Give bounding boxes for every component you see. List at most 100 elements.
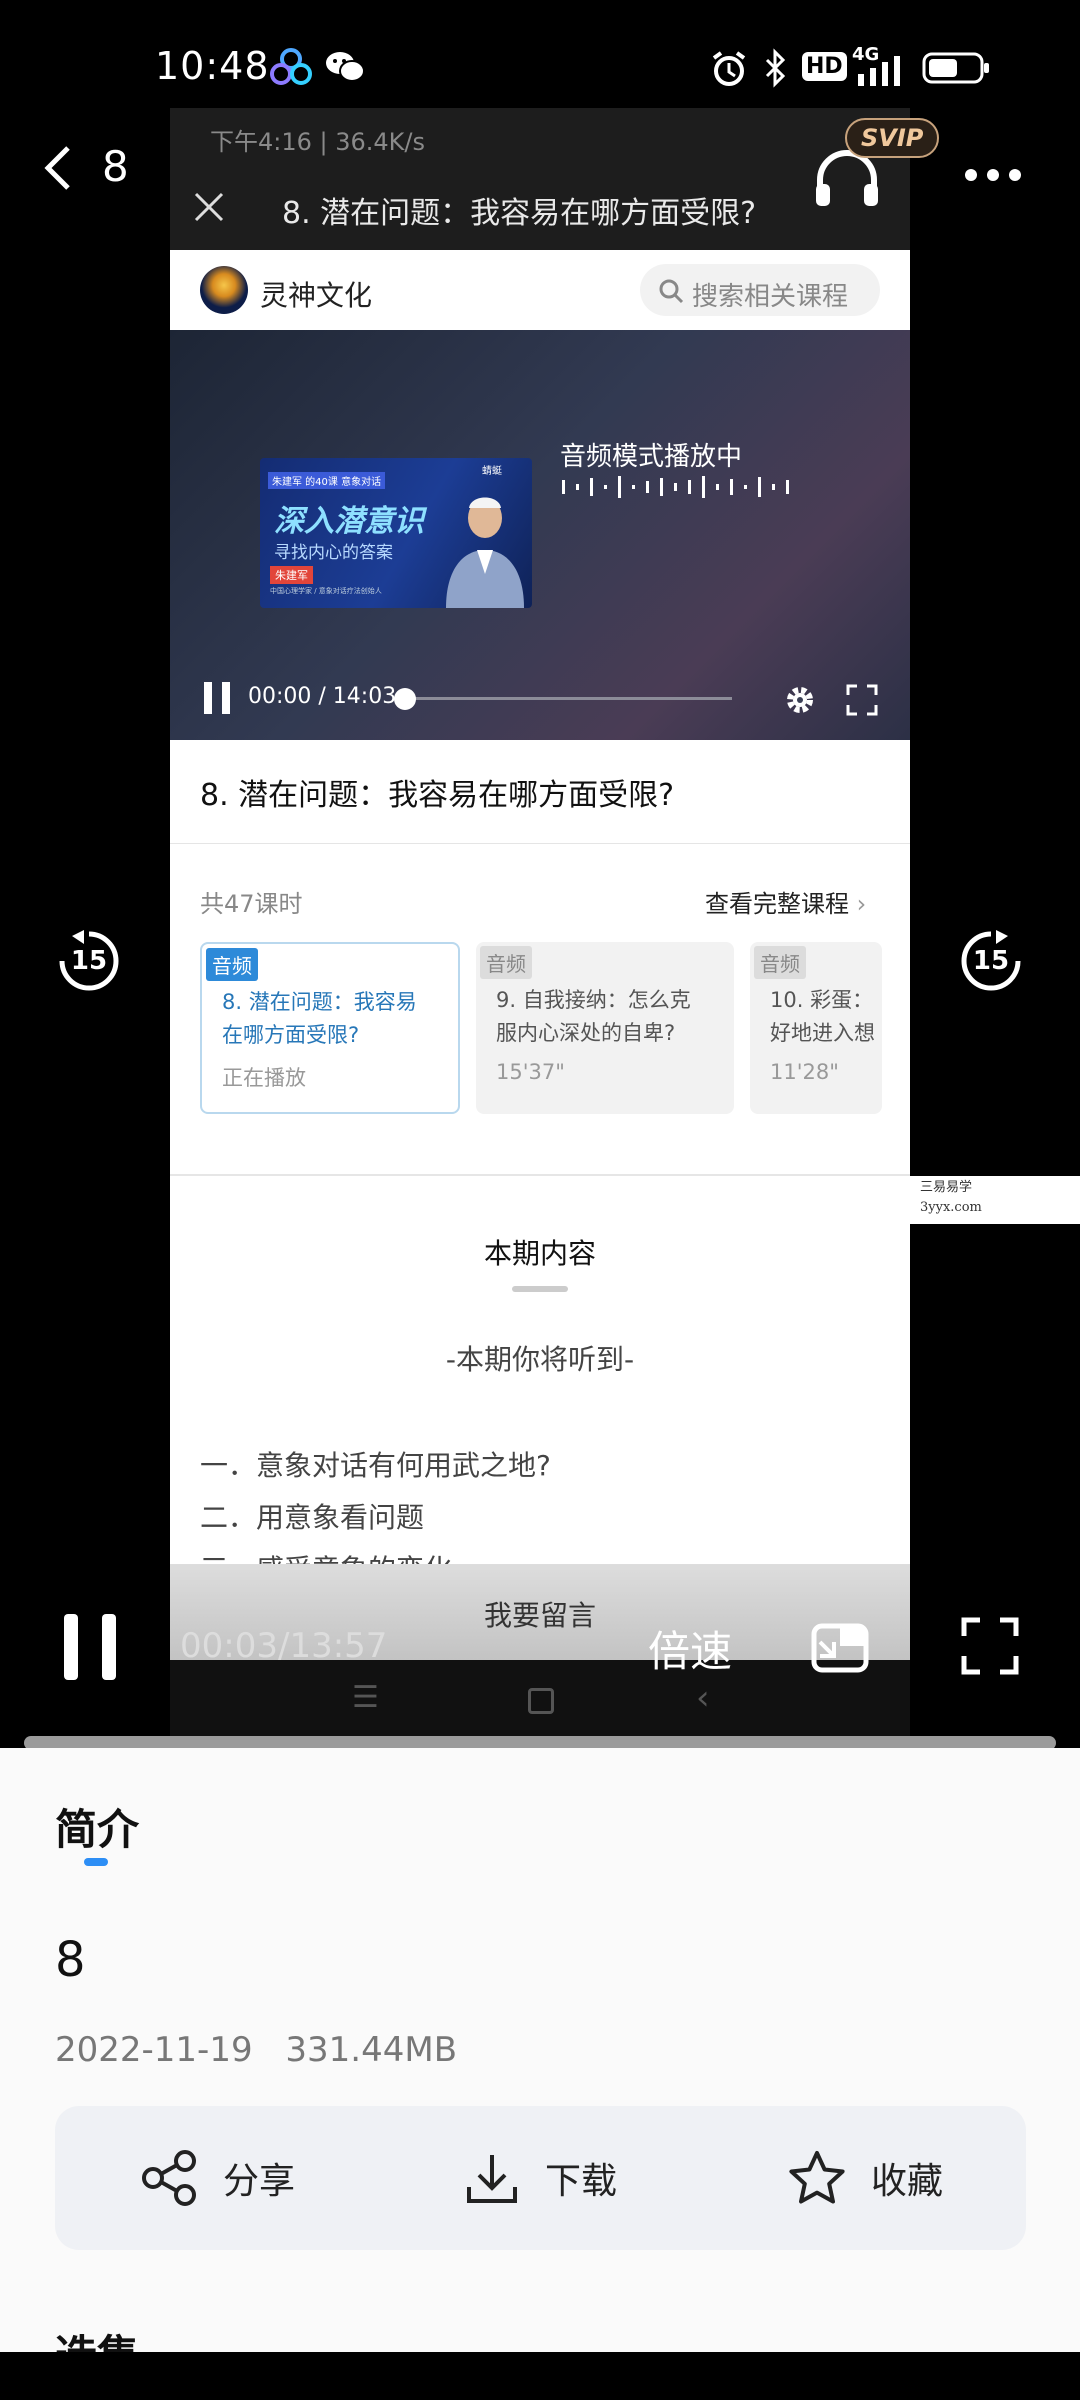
video-player[interactable]: 10:48 HD 4G 8 下午4:16 | 36.4K/s 8. 潜在问题：我… [0,0,1080,1748]
inner-title: 8. 潜在问题：我容易在哪方面受限? [282,196,757,231]
video-title: 8 [102,142,129,191]
inner-progress-track[interactable] [402,697,732,700]
card-title-line: 8. 潜在问题：我容易 [222,990,417,1014]
course-card-current[interactable]: 音频 8. 潜在问题：我容易 在哪方面受限? 正在播放 [200,942,460,1114]
file-name: 8 [55,1932,86,1988]
brand-bar: 灵神文化 搜索相关课程 [170,250,910,330]
forward-seconds: 15 [972,946,1010,976]
view-full-label: 查看完整课程 [705,890,849,918]
brand-logo [200,266,248,314]
poster-subheading: 寻找内心的答案 [274,543,393,563]
card-title-line: 10. 彩蛋： [770,988,874,1012]
share-icon [142,2150,196,2206]
inner-video[interactable]: 朱建军 的40课 意象对话 蜻蜓 深入潜意识 寻找内心的答案 朱建军 中国心理学… [170,330,910,740]
inner-nav-bar: ☰ ‹ [170,1660,910,1748]
star-icon [789,2151,845,2204]
inner-fullscreen-icon[interactable] [846,684,878,716]
battery-icon [922,52,992,84]
download-label: 下载 [545,2161,618,2202]
playback-time: 00:03/13:57 [180,1626,388,1666]
back-button[interactable]: 8 [40,140,130,200]
fullscreen-icon[interactable] [960,1616,1020,1676]
alarm-icon [710,50,748,88]
lesson-count: 共47课时 [200,890,303,918]
pause-button[interactable] [60,1610,120,1684]
course-card[interactable]: 音频 10. 彩蛋： 好地进入想 11'28" [750,942,882,1114]
action-bar: 分享 下载 收藏 [55,2106,1026,2250]
file-meta: 2022-11-19 331.44MB [55,2030,457,2070]
home-square-icon [528,1688,554,1714]
share-button[interactable]: 分享 [141,2136,295,2220]
download-button[interactable]: 下载 [463,2136,617,2220]
share-label: 分享 [223,2161,296,2202]
download-icon [467,2155,517,2203]
favorite-label: 收藏 [871,2161,944,2202]
inner-progress-thumb[interactable] [394,688,416,710]
search-icon [659,279,684,304]
card-title: 9. 自我接纳：怎么克 服内心深处的自卑? [496,984,691,1050]
audio-mode-label: 音频模式播放中 [560,442,743,472]
watermark-line: 三易易学 [920,1180,973,1195]
card-title: 10. 彩蛋： 好地进入想 [770,984,875,1050]
pip-icon[interactable] [810,1616,870,1676]
brand-name: 灵神文化 [260,279,373,312]
app-cloud-icon [270,48,312,86]
card-title-line: 在哪方面受限? [222,1023,360,1047]
poster-name: 朱建军 [270,566,313,584]
lesson-title: 8. 潜在问题：我容易在哪方面受限? [170,740,910,844]
course-search[interactable]: 搜索相关课程 [640,264,880,316]
poster-logo: 蜻蜓 [482,466,502,477]
file-date: 2022-11-19 [55,2030,253,2070]
poster-tag: 朱建军 的40课 意象对话 [268,472,386,489]
status-time: 10:48 [155,44,270,88]
card-title-line: 好地进入想 [770,1021,875,1045]
details-sheet: 简介 8 2022-11-19 331.44MB [0,1748,1080,2400]
content-item: 二．用意象看问题 [200,1501,425,1534]
settings-gear-icon[interactable] [782,682,818,718]
recorded-screen: 下午4:16 | 36.4K/s 8. 潜在问题：我容易在哪方面受限? 灵神文化… [170,108,910,1748]
content-item: 一．意象对话有何用武之地? [200,1449,551,1482]
section-divider [512,1286,568,1292]
poster-caption: 中国心理学家 / 意象对话疗法创始人 [270,587,382,595]
card-status: 正在播放 [222,1066,306,1090]
course-card[interactable]: 音频 9. 自我接纳：怎么克 服内心深处的自卑? 15'37" [476,942,734,1114]
rewind-15-button[interactable]: 15 [54,926,124,996]
file-size: 331.44MB [285,2030,458,2070]
watermark: 三易易学 3yyx.com [826,1176,1080,1224]
card-tag: 音频 [754,946,806,979]
card-duration: 15'37" [496,1060,565,1084]
card-title-line: 服内心深处的自卑? [496,1021,676,1045]
card-title-line: 9. 自我接纳：怎么克 [496,988,691,1012]
tab-intro[interactable]: 简介 [55,1796,139,1857]
poster-heading: 深入潜意识 [274,504,424,539]
inner-pause-button[interactable] [202,680,232,716]
speed-button[interactable]: 倍速 [648,1618,732,1679]
bluetooth-icon [762,48,788,88]
tab-indicator [84,1858,108,1866]
system-nav-bar [0,2352,1080,2400]
speaker-photo [442,486,528,608]
inner-status-text: 下午4:16 | 36.4K/s [210,128,426,156]
search-placeholder: 搜索相关课程 [692,282,849,312]
chevron-right-icon: › [849,890,867,918]
card-tag: 音频 [480,946,532,979]
episodes-heading: 选集 [55,2326,139,2352]
watermark-line: 3yyx.com [920,1200,982,1215]
card-duration: 11'28" [770,1060,839,1084]
section-title: 本期内容 [483,1237,596,1270]
hd-icon: HD [802,52,847,81]
section-intro: -本期你将听到- [445,1343,635,1376]
inner-close-icon[interactable] [192,190,226,224]
back-triangle-icon: ‹ [696,1678,710,1718]
forward-15-button[interactable]: 15 [956,926,1026,996]
lesson-title-text: 8. 潜在问题：我容易在哪方面受限? [200,778,675,813]
signal-icon [854,56,904,86]
more-options-button[interactable] [960,150,1026,200]
view-full-course-link[interactable]: 查看完整课程 › [705,884,866,919]
screen: 10:48 HD 4G 8 下午4:16 | 36.4K/s 8. 潜在问题：我… [0,0,1080,2400]
course-poster: 朱建军 的40课 意象对话 蜻蜓 深入潜意识 寻找内心的答案 朱建军 中国心理学… [260,458,532,608]
favorite-button[interactable]: 收藏 [787,2136,943,2220]
wechat-icon [325,50,365,84]
rewind-seconds: 15 [70,946,108,976]
svip-badge[interactable]: SVIP [845,118,940,158]
